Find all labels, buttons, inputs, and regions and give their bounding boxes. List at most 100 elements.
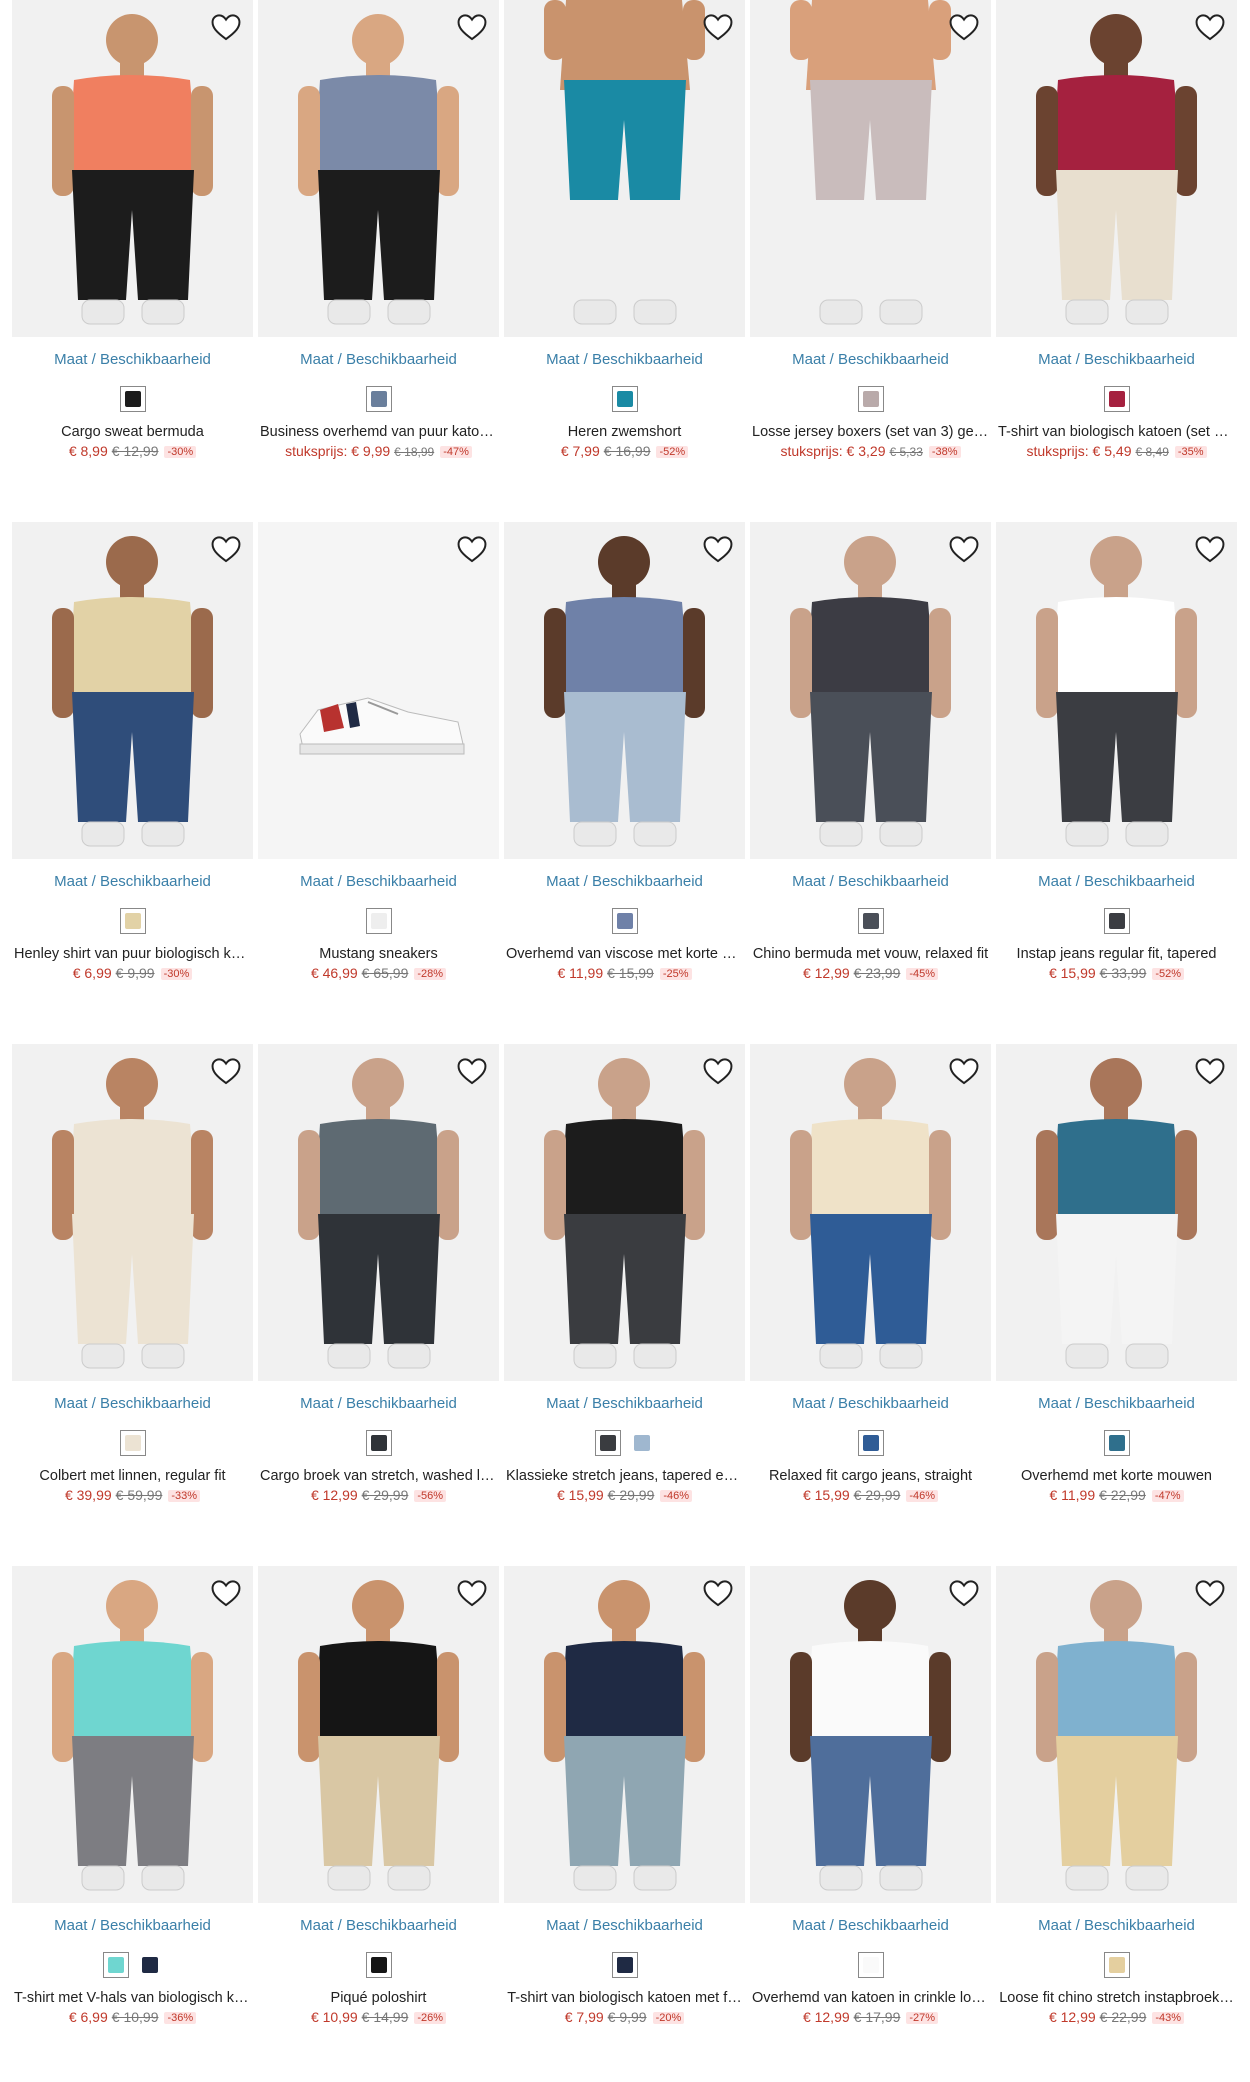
size-availability-link[interactable]: Maat / Beschikbaarheid (504, 873, 745, 890)
product-card[interactable]: Maat / Beschikbaarheid Loose fit chino st… (996, 1566, 1237, 2025)
product-image[interactable] (12, 522, 253, 859)
color-swatch[interactable] (136, 1952, 163, 1978)
product-name[interactable]: T-shirt met V-hals van biologisch ka… (12, 1990, 253, 2006)
product-card[interactable]: Maat / Beschikbaarheid Cargo sweat bermud… (12, 0, 253, 459)
product-name[interactable]: Klassieke stretch jeans, tapered en … (504, 1468, 745, 1484)
product-card[interactable]: Maat / Beschikbaarheid Piqué poloshirt € 1… (258, 1566, 499, 2025)
product-card[interactable]: Maat / Beschikbaarheid Colbert met linnen… (12, 1044, 253, 1503)
wishlist-heart-icon[interactable] (1193, 1576, 1227, 1610)
wishlist-heart-icon[interactable] (1193, 532, 1227, 566)
product-image[interactable] (996, 1044, 1237, 1381)
size-availability-link[interactable]: Maat / Beschikbaarheid (504, 351, 745, 368)
size-availability-link[interactable]: Maat / Beschikbaarheid (258, 1917, 499, 1934)
product-card[interactable]: Maat / Beschikbaarheid T-shirt van biolog… (504, 1566, 745, 2025)
color-swatch[interactable] (857, 908, 884, 934)
color-swatch[interactable] (119, 386, 146, 412)
product-image[interactable] (258, 1044, 499, 1381)
color-swatch[interactable] (857, 1430, 884, 1456)
size-availability-link[interactable]: Maat / Beschikbaarheid (750, 1395, 991, 1412)
size-availability-link[interactable]: Maat / Beschikbaarheid (750, 351, 991, 368)
product-name[interactable]: Instap jeans regular fit, tapered (996, 946, 1237, 962)
color-swatch[interactable] (857, 1952, 884, 1978)
color-swatch[interactable] (1103, 1952, 1130, 1978)
color-swatch[interactable] (594, 1430, 621, 1456)
size-availability-link[interactable]: Maat / Beschikbaarheid (258, 351, 499, 368)
product-card[interactable]: Maat / Beschikbaarheid Klassieke stretch … (504, 1044, 745, 1503)
color-swatch[interactable] (1103, 1430, 1130, 1456)
wishlist-heart-icon[interactable] (209, 10, 243, 44)
wishlist-heart-icon[interactable] (947, 1576, 981, 1610)
product-image[interactable] (996, 1566, 1237, 1903)
product-name[interactable]: Relaxed fit cargo jeans, straight (750, 1468, 991, 1484)
product-name[interactable]: Cargo broek van stretch, washed lo… (258, 1468, 499, 1484)
size-availability-link[interactable]: Maat / Beschikbaarheid (258, 1395, 499, 1412)
product-name[interactable]: Losse jersey boxers (set van 3) geruit (750, 424, 991, 440)
product-card[interactable]: Maat / Beschikbaarheid Mustang sneakers € … (258, 522, 499, 981)
color-swatch[interactable] (365, 1952, 392, 1978)
color-swatch[interactable] (365, 908, 392, 934)
product-image[interactable] (12, 0, 253, 337)
wishlist-heart-icon[interactable] (701, 10, 735, 44)
product-card[interactable]: Maat / Beschikbaarheid Business overhemd … (258, 0, 499, 459)
product-name[interactable]: T-shirt van biologisch katoen met f… (504, 1990, 745, 2006)
product-image[interactable] (258, 0, 499, 337)
product-name[interactable]: Heren zwemshort (504, 424, 745, 440)
product-image[interactable] (996, 522, 1237, 859)
color-swatch[interactable] (119, 1430, 146, 1456)
wishlist-heart-icon[interactable] (947, 1054, 981, 1088)
product-image[interactable] (750, 522, 991, 859)
product-image[interactable] (750, 1566, 991, 1903)
product-image[interactable] (504, 0, 745, 337)
wishlist-heart-icon[interactable] (455, 10, 489, 44)
wishlist-heart-icon[interactable] (701, 532, 735, 566)
color-swatch[interactable] (102, 1952, 129, 1978)
product-image[interactable] (258, 522, 499, 859)
size-availability-link[interactable]: Maat / Beschikbaarheid (996, 1917, 1237, 1934)
product-card[interactable]: Maat / Beschikbaarheid Losse jersey boxer… (750, 0, 991, 459)
product-image[interactable] (750, 1044, 991, 1381)
product-name[interactable]: Overhemd van katoen in crinkle loo… (750, 1990, 991, 2006)
color-swatch[interactable] (611, 386, 638, 412)
product-card[interactable]: Maat / Beschikbaarheid Heren zwemshort € 7… (504, 0, 745, 459)
product-name[interactable]: Chino bermuda met vouw, relaxed fit (750, 946, 991, 962)
size-availability-link[interactable]: Maat / Beschikbaarheid (996, 351, 1237, 368)
wishlist-heart-icon[interactable] (947, 10, 981, 44)
product-name[interactable]: Mustang sneakers (258, 946, 499, 962)
size-availability-link[interactable]: Maat / Beschikbaarheid (996, 1395, 1237, 1412)
product-image[interactable] (750, 0, 991, 337)
size-availability-link[interactable]: Maat / Beschikbaarheid (996, 873, 1237, 890)
wishlist-heart-icon[interactable] (455, 1576, 489, 1610)
product-name[interactable]: Henley shirt van puur biologisch ka… (12, 946, 253, 962)
wishlist-heart-icon[interactable] (1193, 1054, 1227, 1088)
product-image[interactable] (12, 1044, 253, 1381)
product-card[interactable]: Maat / Beschikbaarheid Henley shirt van p… (12, 522, 253, 981)
wishlist-heart-icon[interactable] (209, 532, 243, 566)
size-availability-link[interactable]: Maat / Beschikbaarheid (258, 873, 499, 890)
product-card[interactable]: Maat / Beschikbaarheid Overhemd van visco… (504, 522, 745, 981)
size-availability-link[interactable]: Maat / Beschikbaarheid (12, 873, 253, 890)
product-name[interactable]: Piqué poloshirt (258, 1990, 499, 2006)
product-card[interactable]: Maat / Beschikbaarheid Cargo broek van st… (258, 1044, 499, 1503)
size-availability-link[interactable]: Maat / Beschikbaarheid (12, 1395, 253, 1412)
product-card[interactable]: Maat / Beschikbaarheid T-shirt van biolog… (996, 0, 1237, 459)
product-image[interactable] (504, 1566, 745, 1903)
color-swatch[interactable] (857, 386, 884, 412)
product-name[interactable]: Business overhemd van puur katoe… (258, 424, 499, 440)
product-card[interactable]: Maat / Beschikbaarheid Instap jeans regul… (996, 522, 1237, 981)
size-availability-link[interactable]: Maat / Beschikbaarheid (750, 873, 991, 890)
product-image[interactable] (504, 1044, 745, 1381)
size-availability-link[interactable]: Maat / Beschikbaarheid (12, 1917, 253, 1934)
color-swatch[interactable] (611, 1952, 638, 1978)
product-card[interactable]: Maat / Beschikbaarheid Overhemd met korte… (996, 1044, 1237, 1503)
product-name[interactable]: Overhemd van viscose met korte m… (504, 946, 745, 962)
color-swatch[interactable] (611, 908, 638, 934)
product-image[interactable] (504, 522, 745, 859)
color-swatch[interactable] (119, 908, 146, 934)
size-availability-link[interactable]: Maat / Beschikbaarheid (504, 1917, 745, 1934)
product-image[interactable] (258, 1566, 499, 1903)
wishlist-heart-icon[interactable] (701, 1576, 735, 1610)
size-availability-link[interactable]: Maat / Beschikbaarheid (750, 1917, 991, 1934)
wishlist-heart-icon[interactable] (1193, 10, 1227, 44)
product-image[interactable] (12, 1566, 253, 1903)
product-name[interactable]: T-shirt van biologisch katoen (set va… (996, 424, 1237, 440)
